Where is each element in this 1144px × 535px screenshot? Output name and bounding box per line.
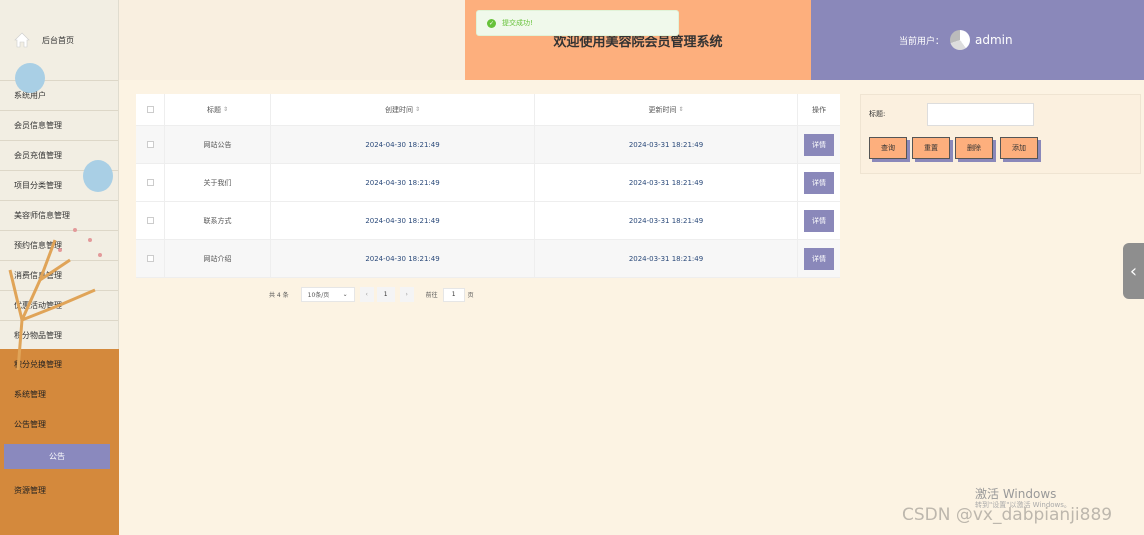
row-checkbox[interactable] [146, 217, 154, 224]
next-page-button[interactable]: › [399, 287, 414, 302]
sidebar-item-member-info[interactable]: 会员信息管理 [0, 110, 118, 140]
sort-icon: ⇕ [222, 106, 229, 113]
cell-title: 网站公告 [165, 126, 271, 163]
success-toast: ✓ 提交成功! [476, 10, 679, 36]
home-icon [14, 32, 30, 48]
cloud-decoration [15, 63, 45, 93]
csdn-watermark: CSDN @vx_dabpianji889 [902, 505, 1113, 525]
check-circle-icon: ✓ [487, 18, 496, 28]
table-row: 联系方式 2024-04-30 18:21:49 2024-03-31 18:2… [136, 202, 840, 240]
cell-created: 2024-04-30 18:21:49 [271, 164, 535, 201]
row-checkbox[interactable] [146, 179, 154, 186]
search-panel: 标题: [860, 94, 1141, 174]
page-size-select[interactable]: 10条/页 ⌄ [300, 287, 355, 302]
table-row: 网站介绍 2024-04-30 18:21:49 2024-03-31 18:2… [136, 240, 840, 278]
sidebar-item-points-exchange[interactable]: 积分兑换管理 [0, 349, 119, 379]
col-header-action: 操作 [812, 105, 826, 114]
page-unit-label: 页 [467, 292, 474, 299]
sort-icon: ⇕ [678, 106, 684, 113]
header-user: 当前用户： admin [811, 0, 1144, 80]
table-header: 标题 ⇕ 创建时间 ⇕ 更新时间 ⇕ 操作 [136, 94, 840, 126]
table-row: 网站公告 2024-04-30 18:21:49 2024-03-31 18:2… [136, 126, 840, 164]
sidebar-item-system-manage[interactable]: 系统管理 [0, 379, 119, 409]
cell-updated: 2024-03-31 18:21:49 [535, 202, 798, 239]
sidebar-subitem-notice[interactable]: 公告 [4, 444, 110, 469]
cell-title: 关于我们 [165, 164, 271, 201]
search-title-input[interactable] [927, 103, 1034, 126]
search-title-label: 标题: [869, 110, 886, 118]
sidebar-home-label: 后台首页 [42, 35, 74, 45]
detail-button[interactable]: 详情 [804, 247, 834, 270]
current-user-label: 当前用户： [899, 36, 945, 47]
cell-created: 2024-04-30 18:21:49 [271, 126, 535, 163]
cloud-decoration [83, 160, 113, 192]
cell-updated: 2024-03-31 18:21:49 [535, 164, 798, 201]
table-row: 关于我们 2024-04-30 18:21:49 2024-03-31 18:2… [136, 164, 840, 202]
sort-icon: ⇕ [414, 106, 421, 113]
goto-label: 前往 [425, 292, 438, 299]
query-button[interactable]: 查询 [869, 137, 907, 159]
goto-page-input[interactable]: 1 [442, 287, 465, 302]
sidebar-item-points-goods[interactable]: 积分物品管理 [0, 320, 118, 350]
sidebar-item-resource-manage[interactable]: 资源管理 [0, 475, 119, 505]
delete-button[interactable]: 删除 [955, 137, 993, 159]
username[interactable]: admin [975, 33, 1013, 47]
reset-button[interactable]: 重置 [912, 137, 950, 159]
cell-title: 联系方式 [165, 202, 271, 239]
select-all-checkbox[interactable] [146, 106, 154, 113]
cell-title: 网站介绍 [165, 240, 271, 277]
toast-message: 提交成功! [502, 19, 533, 27]
notice-table: 标题 ⇕ 创建时间 ⇕ 更新时间 ⇕ 操作 网站公告 2024-04-30 18:21… [136, 94, 840, 278]
sidebar-item-promotions[interactable]: 优惠活动管理 [0, 290, 118, 320]
cell-updated: 2024-03-31 18:21:49 [535, 126, 798, 163]
detail-button[interactable]: 详情 [804, 171, 834, 194]
chevron-left-icon[interactable]: ‹ [1123, 243, 1144, 299]
col-header-created[interactable]: 创建时间 ⇕ [271, 94, 535, 125]
row-checkbox[interactable] [146, 255, 154, 262]
row-checkbox[interactable] [146, 141, 154, 148]
cell-updated: 2024-03-31 18:21:49 [535, 240, 798, 277]
add-button[interactable]: 添加 [1000, 137, 1038, 159]
sidebar-item-notice-manage[interactable]: 公告管理 [0, 409, 119, 439]
pagination: 共 4 条 10条/页 ⌄ ‹ 1 › 前往 1 页 [269, 287, 474, 302]
header-left [119, 0, 465, 80]
sidebar-item-booking-info[interactable]: 预约信息管理 [0, 230, 118, 260]
col-header-title[interactable]: 标题 ⇕ [165, 94, 271, 125]
detail-button[interactable]: 详情 [804, 209, 834, 232]
sidebar-item-consumption-info[interactable]: 消费信息管理 [0, 260, 118, 290]
avatar[interactable] [950, 30, 971, 50]
total-count: 共 4 条 [269, 292, 289, 299]
prev-page-button[interactable]: ‹ [359, 287, 374, 302]
cell-created: 2024-04-30 18:21:49 [271, 240, 535, 277]
sidebar-item-beautician-info[interactable]: 美容师信息管理 [0, 200, 118, 230]
chevron-down-icon: ⌄ [342, 291, 348, 298]
page-number[interactable]: 1 [376, 287, 395, 302]
col-header-updated[interactable]: 更新时间 ⇕ [535, 94, 798, 125]
detail-button[interactable]: 详情 [804, 133, 834, 156]
cell-created: 2024-04-30 18:21:49 [271, 202, 535, 239]
